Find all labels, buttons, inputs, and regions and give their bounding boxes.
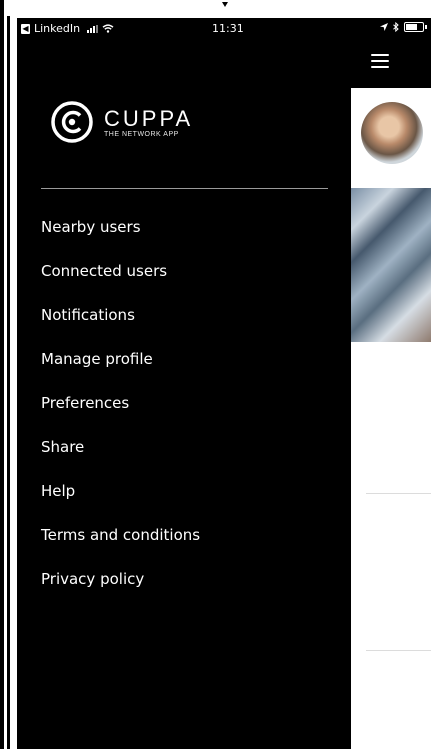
cellular-signal-icon xyxy=(87,24,99,33)
bluetooth-icon xyxy=(393,22,399,32)
menu-item-help[interactable]: Help xyxy=(41,482,75,500)
status-bar: ◀ LinkedIn 11:31 xyxy=(17,18,431,40)
app-logo: CUPPA THE NETWORK APP xyxy=(50,100,193,144)
content-divider xyxy=(366,493,431,494)
brand-tagline: THE NETWORK APP xyxy=(104,130,179,138)
menu-item-connected-users[interactable]: Connected users xyxy=(41,262,167,280)
cuppa-logo-icon xyxy=(51,101,93,143)
menu-divider xyxy=(41,188,328,189)
menu-item-manage-profile[interactable]: Manage profile xyxy=(41,350,153,368)
profile-avatar[interactable] xyxy=(361,102,423,164)
profile-cover-photo xyxy=(351,188,431,342)
hamburger-icon[interactable] xyxy=(371,54,389,68)
battery-icon xyxy=(404,22,424,32)
menu-item-terms-and-conditions[interactable]: Terms and conditions xyxy=(41,526,200,544)
battery-tip xyxy=(425,25,427,29)
status-bar-left: ◀ LinkedIn xyxy=(21,22,114,35)
menu-item-notifications[interactable]: Notifications xyxy=(41,306,135,324)
status-bar-right xyxy=(380,22,427,32)
back-to-app-label[interactable]: LinkedIn xyxy=(34,22,80,35)
content-divider xyxy=(366,650,431,651)
brand-name: CUPPA xyxy=(104,105,194,131)
menu-item-privacy-policy[interactable]: Privacy policy xyxy=(41,570,144,588)
frame-edge-inner xyxy=(7,16,10,749)
wifi-icon xyxy=(102,24,114,33)
frame-marker xyxy=(222,2,228,7)
menu-item-preferences[interactable]: Preferences xyxy=(41,394,129,412)
location-arrow-icon xyxy=(380,23,388,31)
screenshot-frame: ◀ LinkedIn 11:31 CUPPA THE NETWORK APP N… xyxy=(0,0,431,749)
phone-screen: ◀ LinkedIn 11:31 CUPPA THE NETWORK APP N… xyxy=(17,18,431,749)
frame-edge xyxy=(0,0,4,749)
status-time: 11:31 xyxy=(212,22,244,35)
back-arrow-icon[interactable]: ◀ xyxy=(21,23,30,34)
logo-text: CUPPA THE NETWORK APP xyxy=(104,105,194,138)
menu-item-share[interactable]: Share xyxy=(41,438,84,456)
main-content-peek xyxy=(351,88,431,749)
menu-item-nearby-users[interactable]: Nearby users xyxy=(41,218,141,236)
